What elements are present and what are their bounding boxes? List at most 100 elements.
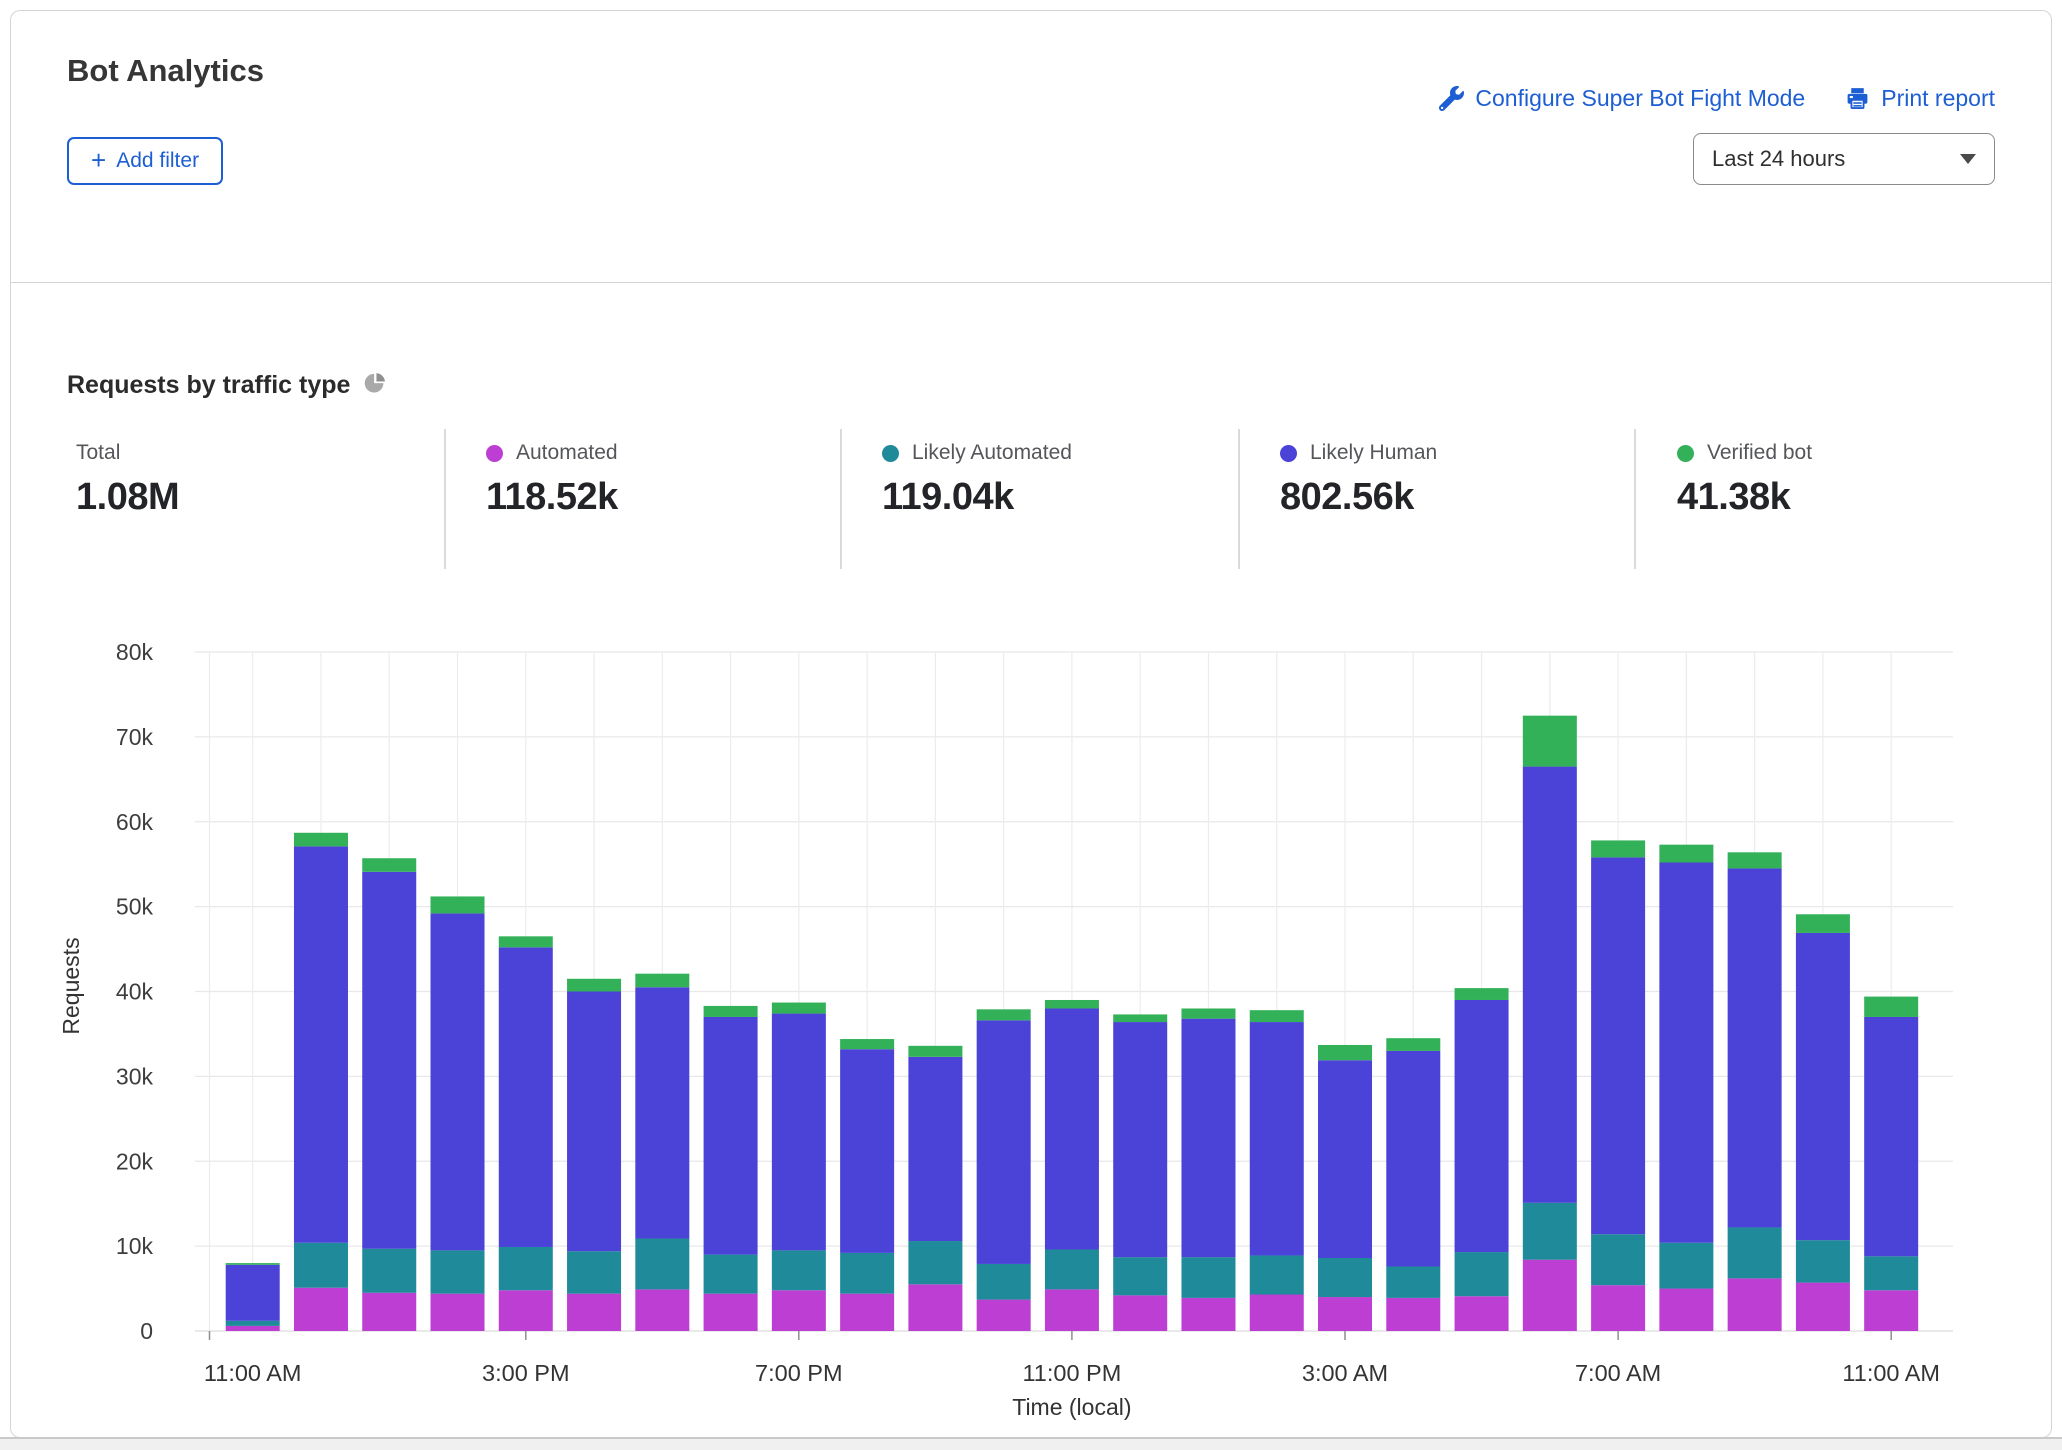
automated-legend-dot <box>486 445 503 462</box>
bar-segment-verified_bot <box>1250 1010 1304 1022</box>
x-axis: 11:00 AM3:00 PM7:00 PM11:00 PM3:00 AM7:0… <box>204 1331 1940 1386</box>
x-tick-label: 7:00 PM <box>755 1360 843 1386</box>
bar-group-0 <box>226 1263 280 1331</box>
bar-segment-likely_human <box>362 872 416 1249</box>
bar-segment-likely_human <box>1864 1017 1918 1256</box>
bar-segment-likely_automated <box>1659 1243 1713 1289</box>
bar-segment-verified_bot <box>1796 914 1850 933</box>
bar-segment-verified_bot <box>499 936 553 947</box>
bar-segment-likely_human <box>431 913 485 1250</box>
bar-segment-likely_human <box>226 1265 280 1321</box>
time-range-dropdown[interactable]: Last 24 hours <box>1693 133 1995 185</box>
bar-group-20 <box>1591 840 1645 1331</box>
bar-segment-automated <box>1113 1295 1167 1331</box>
y-tick-label: 80k <box>116 639 154 665</box>
stat-automated: Automated118.52k <box>486 439 618 519</box>
bar-segment-likely_human <box>977 1020 1031 1264</box>
bar-segment-likely_human <box>499 947 553 1247</box>
stats-row: Total 1.08M Automated118.52kLikely Autom… <box>11 429 2051 579</box>
bar-segment-likely_human <box>1181 1019 1235 1257</box>
y-tick-label: 30k <box>116 1063 154 1089</box>
stat-divider <box>1238 429 1240 569</box>
bar-segment-likely_human <box>1386 1051 1440 1267</box>
stat-likely_human: Likely Human802.56k <box>1280 439 1437 519</box>
bar-segment-verified_bot <box>840 1039 894 1049</box>
bar-segment-automated <box>499 1290 553 1331</box>
bar-segment-verified_bot <box>977 1009 1031 1020</box>
plus-icon: + <box>91 147 106 173</box>
next-section-edge <box>0 1437 2062 1450</box>
printer-icon <box>1845 86 1870 111</box>
bar-segment-likely_automated <box>1796 1240 1850 1282</box>
y-tick-label: 40k <box>116 979 154 1005</box>
bar-group-15 <box>1250 1010 1304 1331</box>
bar-segment-automated <box>567 1294 621 1331</box>
chevron-down-icon <box>1960 154 1976 164</box>
bar-segment-likely_human <box>1523 767 1577 1203</box>
bar-segment-verified_bot <box>635 974 689 988</box>
print-report-link[interactable]: Print report <box>1845 85 1995 112</box>
time-range-value: Last 24 hours <box>1712 146 1845 172</box>
bar-segment-likely_human <box>704 1017 758 1255</box>
bar-segment-verified_bot <box>1045 1000 1099 1008</box>
bar-segment-likely_human <box>908 1057 962 1241</box>
bar-segment-automated <box>1181 1298 1235 1331</box>
stat-verified_bot: Verified bot41.38k <box>1677 439 1812 519</box>
x-axis-title: Time (local) <box>1012 1394 1131 1420</box>
add-filter-label: Add filter <box>116 149 199 173</box>
stat-divider <box>444 429 446 569</box>
bar-segment-likely_automated <box>704 1255 758 1294</box>
bar-segment-verified_bot <box>772 1003 826 1014</box>
bar-group-1 <box>294 833 348 1331</box>
bar-group-12 <box>1045 1000 1099 1331</box>
requests-chart: 010k20k30k40k50k60k70k80k11:00 AM3:00 PM… <box>11 601 2052 1438</box>
bar-segment-likely_automated <box>635 1238 689 1289</box>
stat-divider <box>1634 429 1636 569</box>
stat-likely_human-value: 802.56k <box>1280 476 1437 519</box>
bar-segment-verified_bot <box>704 1006 758 1017</box>
bar-group-2 <box>362 858 416 1331</box>
bar-segment-likely_human <box>1796 933 1850 1240</box>
bar-segment-likely_automated <box>1250 1255 1304 1294</box>
header-links: Configure Super Bot Fight Mode Print rep… <box>1439 85 1995 112</box>
bar-segment-verified_bot <box>1659 845 1713 863</box>
x-tick-label: 11:00 AM <box>1842 1360 1940 1386</box>
bar-group-18 <box>1455 988 1509 1331</box>
x-tick-label: 3:00 AM <box>1302 1360 1388 1386</box>
section-title: Requests by traffic type <box>67 371 350 400</box>
bar-group-9 <box>840 1039 894 1331</box>
bar-segment-likely_human <box>1659 862 1713 1242</box>
bar-segment-automated <box>1659 1289 1713 1331</box>
stacked-bar-chart: 010k20k30k40k50k60k70k80k11:00 AM3:00 PM… <box>11 601 2052 1438</box>
bar-segment-automated <box>772 1290 826 1331</box>
bar-segment-verified_bot <box>1113 1014 1167 1022</box>
configure-super-bot-fight-mode-link[interactable]: Configure Super Bot Fight Mode <box>1439 85 1805 112</box>
bar-segment-verified_bot <box>431 896 485 913</box>
bar-segment-automated <box>1386 1298 1440 1331</box>
bar-segment-likely_human <box>840 1049 894 1253</box>
bar-segment-likely_automated <box>908 1241 962 1284</box>
stat-divider <box>840 429 842 569</box>
bar-segment-likely_human <box>635 987 689 1238</box>
bar-segment-verified_bot <box>1181 1008 1235 1018</box>
bar-segment-likely_automated <box>1113 1257 1167 1295</box>
bot-analytics-card: Bot Analytics Configure Super Bot Fight … <box>10 10 2052 1438</box>
stat-automated-value: 118.52k <box>486 476 618 519</box>
bar-segment-likely_automated <box>1591 1234 1645 1285</box>
bar-group-11 <box>977 1009 1031 1331</box>
x-tick-label: 7:00 AM <box>1575 1360 1661 1386</box>
bar-segment-likely_human <box>1113 1022 1167 1257</box>
bar-segment-likely_automated <box>1045 1250 1099 1290</box>
bar-segment-automated <box>362 1293 416 1331</box>
bar-segment-automated <box>1796 1283 1850 1331</box>
y-axis-title: Requests <box>58 937 84 1034</box>
bar-segment-automated <box>226 1326 280 1331</box>
stat-verified_bot-value: 41.38k <box>1677 476 1812 519</box>
x-tick-label: 11:00 AM <box>204 1360 302 1386</box>
add-filter-button[interactable]: + Add filter <box>67 137 223 185</box>
bar-group-5 <box>567 979 621 1331</box>
bar-group-22 <box>1728 852 1782 1331</box>
y-axis-labels: 010k20k30k40k50k60k70k80k <box>116 639 154 1344</box>
bar-segment-likely_human <box>1591 857 1645 1234</box>
wrench-icon <box>1439 86 1464 111</box>
